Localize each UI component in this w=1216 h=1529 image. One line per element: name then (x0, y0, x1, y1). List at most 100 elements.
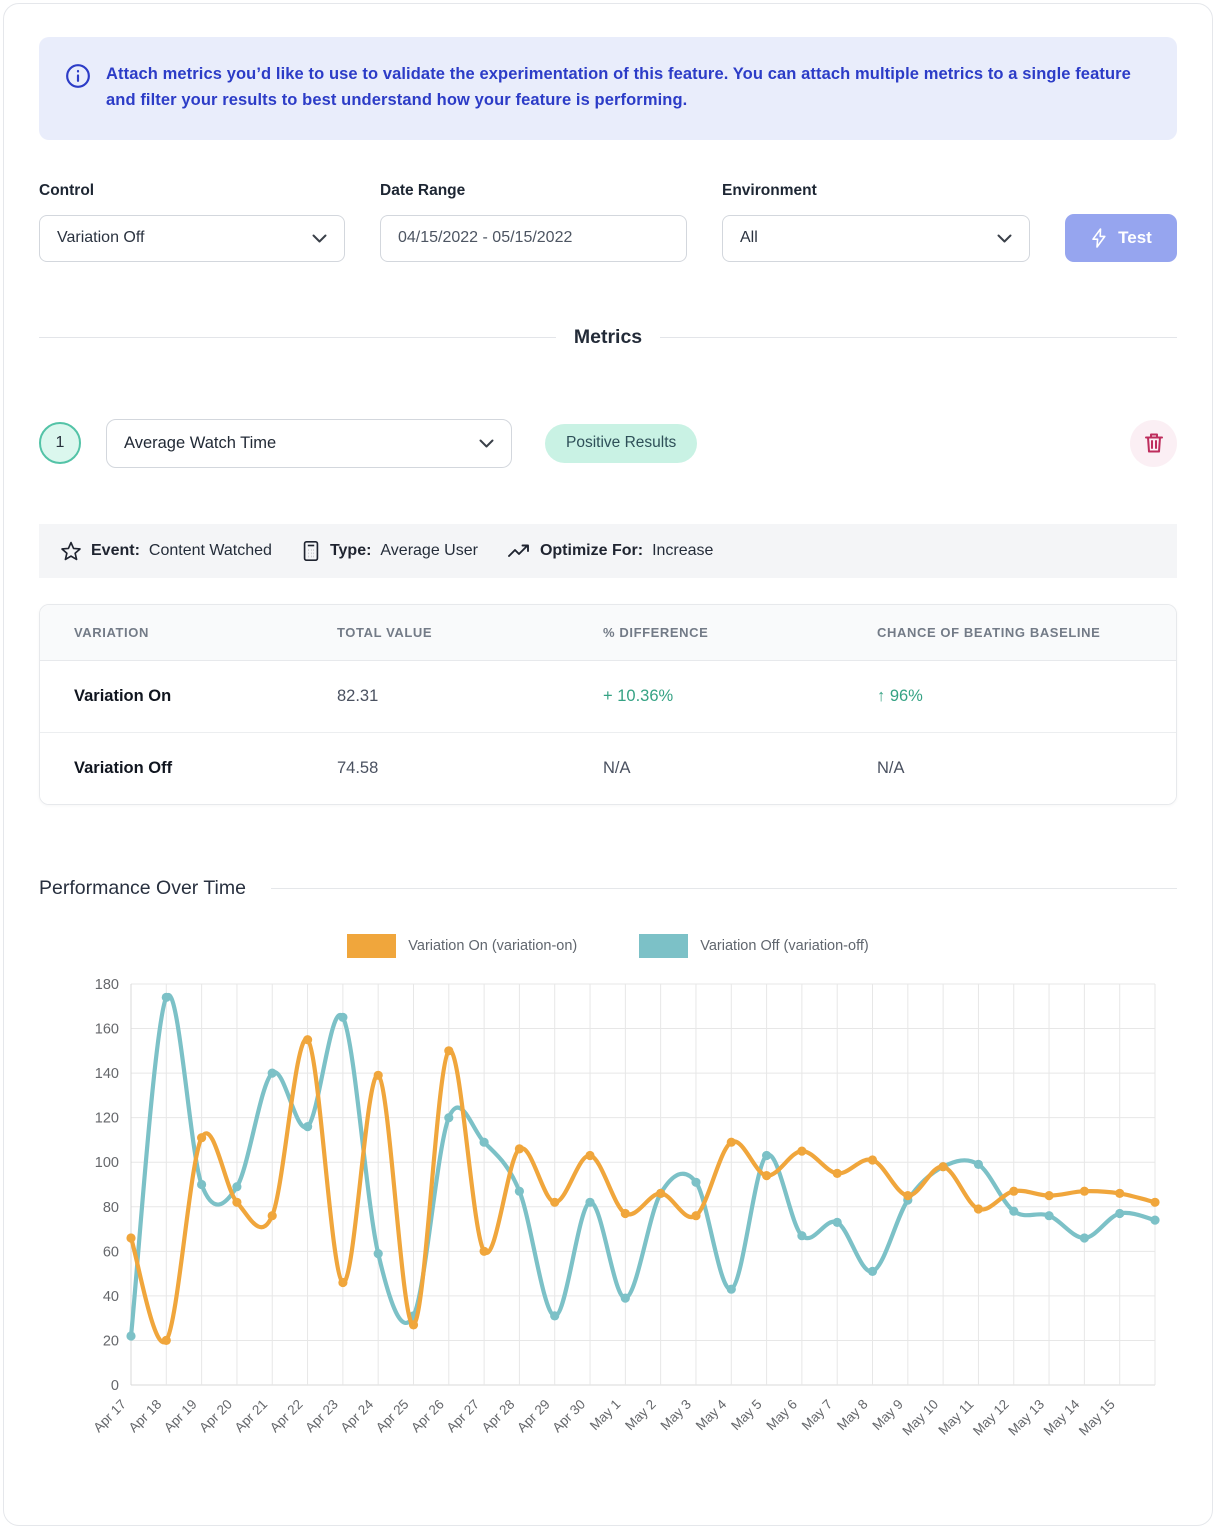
performance-chart-svg: 020406080100120140160180Apr 17Apr 18Apr … (39, 968, 1179, 1480)
filters-row: Control Variation Off Date Range 04/15/2… (39, 182, 1177, 262)
info-banner: Attach metrics you’d like to use to vali… (39, 37, 1177, 140)
data-point-variation-on (1009, 1186, 1018, 1195)
x-axis-tick-label: May 14 (1041, 1396, 1083, 1438)
metric-row: 1 Average Watch Time Positive Results (39, 419, 1177, 468)
environment-select[interactable]: All (722, 215, 1030, 262)
performance-chart-container: Variation On (variation-on) Variation Off… (39, 934, 1177, 1485)
data-point-variation-on (1080, 1186, 1089, 1195)
x-axis-tick-label: May 4 (693, 1396, 730, 1433)
table-cell: 74.58 (303, 759, 569, 778)
data-point-variation-on (268, 1211, 277, 1220)
y-axis-tick-label: 80 (103, 1200, 119, 1216)
type-value: Average User (380, 542, 478, 560)
trend-up-icon (507, 541, 531, 561)
event-label: Event: (91, 542, 140, 560)
legend-swatch (639, 934, 688, 958)
performance-chart: 020406080100120140160180Apr 17Apr 18Apr … (39, 968, 1177, 1485)
x-axis-tick-label: May 7 (799, 1396, 836, 1433)
test-button-label: Test (1118, 228, 1152, 248)
test-button[interactable]: Test (1065, 214, 1177, 262)
x-axis-tick-label: May 6 (763, 1396, 800, 1433)
metric-select[interactable]: Average Watch Time (106, 419, 512, 468)
delete-metric-button[interactable] (1130, 420, 1177, 467)
data-point-variation-on (1150, 1197, 1159, 1206)
optimize-label: Optimize For: (540, 542, 643, 560)
control-label: Control (39, 182, 345, 200)
data-point-variation-on (939, 1162, 948, 1171)
data-point-variation-off (727, 1284, 736, 1293)
control-select[interactable]: Variation Off (39, 215, 345, 262)
legend-item-variation-on[interactable]: Variation On (variation-on) (347, 934, 577, 958)
x-axis-tick-label: Apr 24 (338, 1396, 377, 1435)
results-table-body: Variation On82.31+ 10.36%↑ 96% Variation … (40, 661, 1176, 804)
data-point-variation-on (585, 1151, 594, 1160)
y-axis-tick-label: 40 (103, 1289, 119, 1305)
table-header-cell: CHANCE OF BEATING BASELINE (843, 625, 1176, 640)
x-axis-tick-label: May 10 (899, 1396, 941, 1438)
data-point-variation-on (232, 1197, 241, 1206)
data-point-variation-off (974, 1160, 983, 1169)
data-point-variation-on (303, 1035, 312, 1044)
legend-item-variation-off[interactable]: Variation Off (variation-off) (639, 934, 868, 958)
table-cell: ↑ 96% (843, 687, 1176, 706)
table-header-cell: % DIFFERENCE (569, 625, 843, 640)
date-range-input[interactable]: 04/15/2022 - 05/15/2022 (380, 215, 687, 262)
table-row: Variation On82.31+ 10.36%↑ 96% (40, 661, 1176, 733)
data-point-variation-on (691, 1211, 700, 1220)
data-point-variation-on (974, 1204, 983, 1213)
y-axis-tick-label: 60 (103, 1244, 119, 1260)
y-axis-tick-label: 180 (95, 977, 119, 993)
data-point-variation-off (621, 1293, 630, 1302)
x-axis-tick-label: Apr 21 (232, 1396, 271, 1435)
chart-legend: Variation On (variation-on) Variation Off… (39, 934, 1177, 958)
x-axis-tick-label: Apr 30 (549, 1396, 588, 1435)
data-point-variation-off (550, 1311, 559, 1320)
data-point-variation-on (621, 1209, 630, 1218)
data-point-variation-on (868, 1155, 877, 1164)
data-point-variation-off (162, 993, 171, 1002)
type-label: Type: (330, 542, 371, 560)
x-axis-tick-label: Apr 23 (302, 1396, 341, 1435)
data-point-variation-off (868, 1267, 877, 1276)
x-axis-tick-label: Apr 27 (443, 1396, 482, 1435)
data-point-variation-on (444, 1046, 453, 1055)
optimize-value: Increase (652, 542, 713, 560)
data-point-variation-on (162, 1336, 171, 1345)
x-axis-tick-label: May 13 (1005, 1396, 1047, 1438)
legend-swatch (347, 934, 396, 958)
x-axis-tick-label: May 8 (834, 1396, 871, 1433)
performance-heading: Performance Over Time (39, 877, 246, 900)
data-point-variation-on (762, 1171, 771, 1180)
control-field: Control Variation Off (39, 182, 345, 262)
environment-label: Environment (722, 182, 1030, 200)
y-axis-tick-label: 120 (95, 1110, 119, 1126)
data-point-variation-on (797, 1146, 806, 1155)
event-value: Content Watched (149, 542, 272, 560)
page-card: Attach metrics you’d like to use to vali… (3, 3, 1213, 1526)
x-axis-tick-label: Apr 20 (196, 1396, 235, 1435)
data-point-variation-on (903, 1191, 912, 1200)
data-point-variation-on (656, 1189, 665, 1198)
data-point-variation-off (1009, 1206, 1018, 1215)
divider-line (660, 337, 1177, 338)
data-point-variation-on (480, 1246, 489, 1255)
data-point-variation-on (727, 1137, 736, 1146)
data-point-variation-off (232, 1182, 241, 1191)
table-cell: Variation Off (40, 759, 303, 778)
x-axis-tick-label: May 12 (970, 1396, 1012, 1438)
chevron-down-icon (479, 439, 494, 448)
date-range-label: Date Range (380, 182, 687, 200)
data-point-variation-off (585, 1197, 594, 1206)
table-cell: N/A (569, 759, 843, 778)
x-axis-tick-label: Apr 19 (161, 1396, 200, 1435)
data-point-variation-off (197, 1180, 206, 1189)
data-point-variation-on (338, 1278, 347, 1287)
y-axis-tick-label: 160 (95, 1021, 119, 1037)
y-axis-tick-label: 140 (95, 1066, 119, 1082)
data-point-variation-off (1045, 1211, 1054, 1220)
x-axis-tick-label: Apr 17 (90, 1396, 129, 1435)
data-point-variation-off (303, 1122, 312, 1131)
x-axis-tick-label: Apr 28 (479, 1396, 518, 1435)
y-axis-tick-label: 100 (95, 1155, 119, 1171)
date-range-value: 04/15/2022 - 05/15/2022 (398, 229, 572, 247)
